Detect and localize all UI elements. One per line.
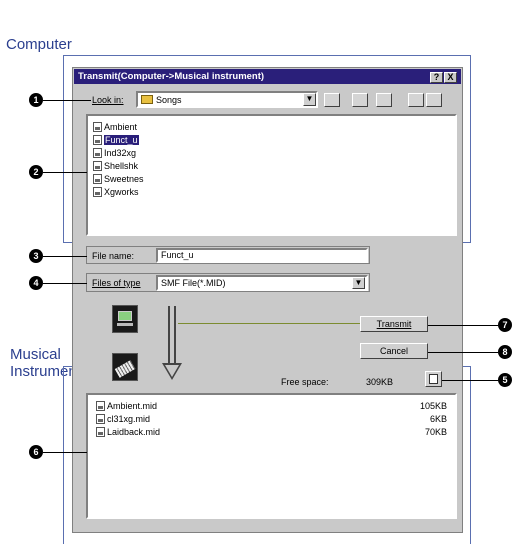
computer-icon — [112, 305, 138, 333]
details-view-icon[interactable] — [426, 93, 442, 107]
list-item[interactable]: Ambient.mid 105KB — [96, 399, 447, 412]
chevron-down-icon[interactable]: ▼ — [303, 93, 316, 106]
midi-file-icon — [93, 173, 102, 184]
list-item[interactable]: Laidback.mid 70KB — [96, 425, 447, 438]
callout-4: 4 — [29, 276, 43, 290]
list-item[interactable]: Shellshk — [93, 159, 450, 172]
transfer-arrow — [168, 306, 170, 366]
chevron-down-icon[interactable]: ▼ — [352, 277, 365, 289]
callout-3: 3 — [29, 249, 43, 263]
midi-file-icon — [93, 160, 102, 171]
refresh-icon[interactable] — [425, 371, 442, 387]
midi-file-icon — [93, 186, 102, 197]
callout-7: 7 — [498, 318, 512, 332]
files-of-type-label: Files of type — [92, 278, 141, 288]
callout-8: 8 — [498, 345, 512, 359]
callout-5: 5 — [498, 373, 512, 387]
musical-label: Musical — [10, 346, 61, 363]
look-in-select[interactable]: Songs — [136, 91, 318, 108]
transmit-button[interactable]: Transmit — [360, 316, 428, 332]
file-name-field[interactable]: Funct_u — [156, 248, 368, 263]
folder-icon — [141, 95, 153, 104]
callout-1: 1 — [29, 93, 43, 107]
up-folder-icon[interactable] — [324, 93, 340, 107]
computer-label: Computer — [6, 36, 72, 53]
list-item[interactable]: Sweetnes — [93, 172, 450, 185]
midi-file-icon — [96, 413, 105, 424]
new-folder-icon[interactable] — [376, 93, 392, 107]
callout-6: 6 — [29, 445, 43, 459]
list-item[interactable]: Xgworks — [93, 185, 450, 198]
list-view-icon[interactable] — [408, 93, 424, 107]
midi-file-icon — [93, 134, 102, 145]
look-in-value: Songs — [156, 94, 182, 105]
midi-file-icon — [96, 426, 105, 437]
file-name-label: File name: — [92, 251, 135, 261]
midi-file-icon — [93, 147, 102, 158]
close-button[interactable]: X — [444, 72, 457, 83]
list-item[interactable]: Funct_u — [93, 133, 450, 146]
keyboard-icon — [112, 353, 138, 381]
instrument-file-list[interactable]: Ambient.mid 105KB cl31xg.mid 6KB Laidbac… — [86, 393, 457, 519]
look-in-label: Look in: — [92, 95, 124, 105]
help-button[interactable]: ? — [430, 72, 443, 83]
midi-file-icon — [96, 400, 105, 411]
list-item[interactable]: cl31xg.mid 6KB — [96, 412, 447, 425]
dialog-title: Transmit(Computer->Musical instrument) — [74, 69, 461, 84]
list-item[interactable]: Ind32xg — [93, 146, 450, 159]
cancel-button[interactable]: Cancel — [360, 343, 428, 359]
list-item[interactable]: Ambient — [93, 120, 450, 133]
midi-file-icon — [93, 121, 102, 132]
files-of-type-select[interactable]: SMF File(*.MID) — [156, 275, 368, 291]
free-space-value: 309KB — [366, 377, 394, 387]
free-space-label: Free space: — [281, 377, 329, 387]
computer-file-list[interactable]: Ambient Funct_u Ind32xg Shellshk Sweetne… — [86, 114, 457, 236]
desktop-icon[interactable] — [352, 93, 368, 107]
callout-2: 2 — [29, 165, 43, 179]
